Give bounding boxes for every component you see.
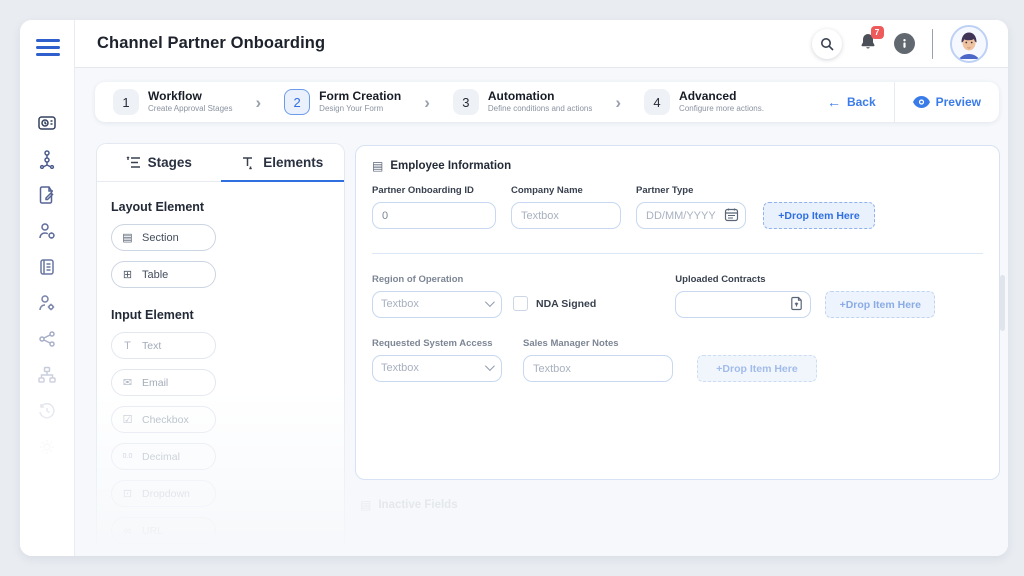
- field-label: Uploaded Contracts: [675, 274, 766, 285]
- approval-flow-icon[interactable]: [36, 148, 58, 170]
- stages-icon: [126, 156, 140, 168]
- back-arrow-icon: ←: [826, 94, 841, 110]
- share-nodes-icon[interactable]: [36, 328, 58, 350]
- step-2-number: 2: [284, 89, 311, 115]
- left-nav-rail: [20, 20, 75, 556]
- tab-elements[interactable]: Elements: [220, 144, 345, 182]
- info-icon: [902, 38, 906, 48]
- section-icon: ▤: [122, 232, 133, 244]
- inactive-section-icon: ▤: [360, 498, 372, 512]
- element-pill-dropdown[interactable]: ⊡ Dropdown: [111, 480, 216, 507]
- stepper-bar: 1 Workflow Create Approval Stages › 2 Fo…: [95, 82, 999, 122]
- hamburger-menu-icon[interactable]: [36, 39, 60, 60]
- field-label: Partner Onboarding ID: [372, 185, 474, 196]
- element-pill-section[interactable]: ▤ Section: [111, 224, 216, 251]
- search-button[interactable]: [811, 28, 842, 59]
- scrollbar-thumb[interactable]: [1000, 275, 1005, 331]
- nda-signed-field: NDA Signed: [513, 296, 596, 318]
- step-chevron-icon: ›: [424, 92, 430, 112]
- app-window: Channel Partner Onboarding 7 1 Workflow …: [20, 20, 1008, 556]
- element-pill-text[interactable]: T Text: [111, 332, 216, 359]
- user-gear-icon[interactable]: [36, 220, 58, 242]
- panel-tabs: Stages Elements: [97, 144, 344, 182]
- records-icon[interactable]: [36, 256, 58, 278]
- dropdown-icon: ⊡: [122, 488, 133, 500]
- info-button[interactable]: [893, 33, 915, 54]
- step-form-creation[interactable]: 2 Form Creation Design Your Form: [284, 89, 401, 115]
- search-icon: [820, 37, 834, 51]
- checkbox-icon: ☑: [122, 414, 133, 426]
- element-pill-url[interactable]: ∞ URL: [111, 517, 216, 544]
- user-config-icon[interactable]: [36, 292, 58, 314]
- email-icon: ✉: [122, 377, 133, 389]
- field-label: Requested System Access: [372, 338, 493, 349]
- step-1-number: 1: [113, 89, 139, 115]
- history-icon[interactable]: [36, 400, 58, 422]
- step-chevron-icon: ›: [615, 92, 622, 112]
- form-canvas-employee-information: ▤ Employee Information Partner Onboardin…: [355, 145, 1000, 480]
- form-section-title: Employee Information: [390, 160, 512, 172]
- step-4-number: 4: [644, 89, 671, 115]
- partner-onboarding-id-input[interactable]: [372, 202, 496, 229]
- top-header: Channel Partner Onboarding 7: [75, 20, 1008, 68]
- layout-element-heading: Layout Element: [111, 200, 205, 214]
- element-pill-decimal[interactable]: 0.0 Decimal: [111, 443, 216, 470]
- settings-faded-icon[interactable]: [36, 436, 58, 458]
- field-label: Company Name: [511, 185, 583, 196]
- company-name-input[interactable]: [511, 202, 621, 229]
- text-element-icon: [243, 157, 253, 170]
- drop-zone[interactable]: +Drop Item Here: [763, 202, 875, 229]
- rail-icon-list: [20, 112, 74, 494]
- step-chevron-icon: ›: [255, 92, 262, 112]
- tab-stages[interactable]: Stages: [97, 144, 221, 181]
- step-3-number: 3: [452, 89, 479, 115]
- form-edit-icon[interactable]: [36, 184, 58, 206]
- step-automation[interactable]: 3 Automation Define conditions and actio…: [452, 89, 592, 115]
- field-label: Region of Operation: [372, 274, 464, 285]
- table-icon: ⊞: [122, 269, 133, 281]
- avatar-illustration: [952, 26, 986, 61]
- decimal-icon: 0.0: [122, 453, 133, 460]
- back-button[interactable]: ← Back: [809, 82, 894, 122]
- step-workflow[interactable]: 1 Workflow Create Approval Stages: [113, 89, 233, 115]
- section-header-icon: ▤: [372, 159, 384, 173]
- form-row-divider: [372, 253, 983, 254]
- main-content: 1 Workflow Create Approval Stages › 2 Fo…: [75, 68, 1008, 556]
- field-label: Partner Type: [636, 185, 694, 196]
- notification-badge: 7: [870, 25, 884, 39]
- nda-signed-checkbox[interactable]: [513, 296, 528, 311]
- eye-icon: [912, 96, 930, 108]
- calendar-icon[interactable]: [724, 207, 739, 227]
- drop-zone[interactable]: +Drop Item Here: [697, 355, 817, 382]
- page-title: Channel Partner Onboarding: [97, 34, 326, 52]
- header-divider: [931, 28, 933, 59]
- drop-zone[interactable]: +Drop Item Here: [825, 291, 936, 318]
- user-avatar[interactable]: [950, 24, 988, 63]
- text-icon: T: [124, 339, 131, 352]
- inactive-fields-section: ▤ Inactive Fields: [360, 498, 458, 512]
- file-upload-icon[interactable]: [789, 296, 804, 316]
- element-pill-table[interactable]: ⊞ Table: [111, 261, 216, 288]
- step-advanced[interactable]: 4 Advanced Configure more actions.: [644, 89, 764, 115]
- url-icon: ∞: [123, 524, 132, 537]
- field-label: Sales Manager Notes: [523, 338, 619, 349]
- element-pill-email[interactable]: ✉ Email: [111, 369, 216, 396]
- notifications-button[interactable]: 7: [859, 25, 884, 56]
- time-log-icon[interactable]: [36, 112, 58, 134]
- element-pill-checkbox[interactable]: ☑ Checkbox: [111, 406, 216, 433]
- org-faded-icon[interactable]: [36, 472, 58, 494]
- elements-panel: Stages Elements Layout Element ▤ Section…: [96, 143, 345, 551]
- input-element-heading: Input Element: [111, 308, 194, 322]
- sales-manager-notes-input[interactable]: [523, 355, 673, 382]
- hierarchy-icon[interactable]: [36, 364, 58, 386]
- preview-button[interactable]: Preview: [895, 82, 999, 122]
